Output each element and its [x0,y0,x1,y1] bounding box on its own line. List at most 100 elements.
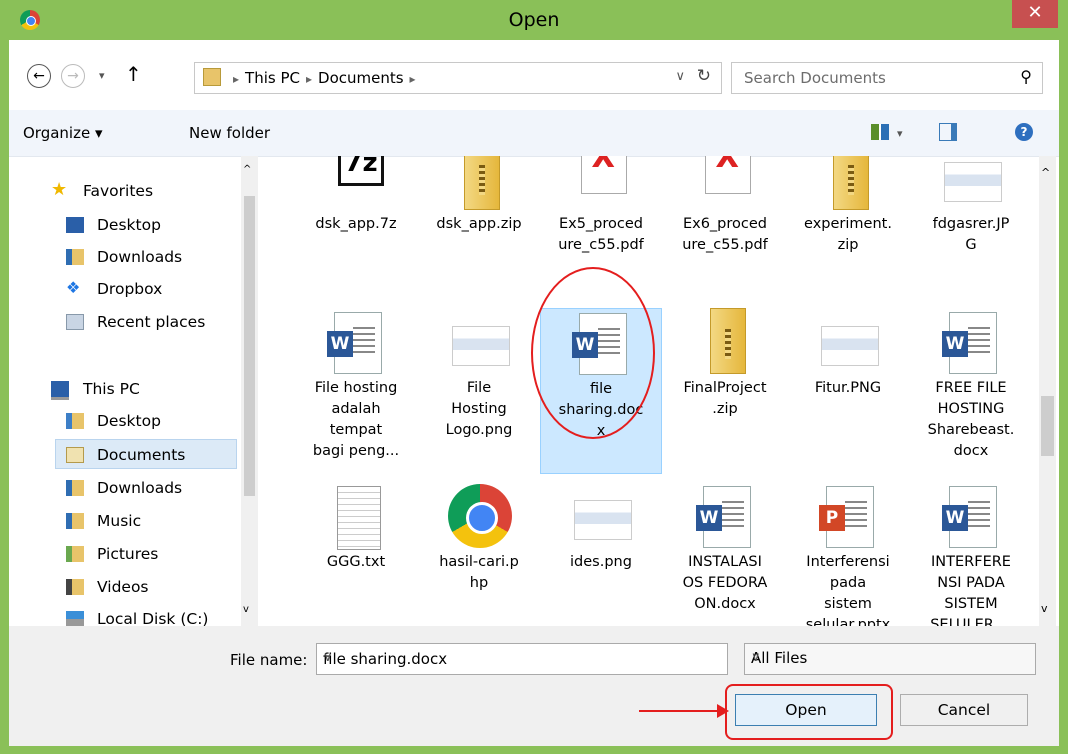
file-name: INSTALASI OS FEDORA ON.docx [682,554,768,612]
file-list: 7z dsk_app.7z dsk_app.zip Ex5_proced ure_c5… [275,156,1035,626]
close-button[interactable]: ✕ [1012,0,1058,28]
navigation-pane: ★ Favorites Desktop Downloads ❖ Dropbox … [9,156,264,626]
sidebar-scrollbar[interactable]: ^ v [241,156,258,626]
file-list-scroll-thumb[interactable] [1041,396,1054,456]
file-item[interactable]: ides.png [540,482,662,573]
file-name: ides.png [570,554,632,570]
image-icon [936,156,1006,214]
file-name-input[interactable]: file sharing.docx ∨ [316,643,728,675]
file-item[interactable]: Ex6_proced ure_c55.pdf [664,156,786,256]
scroll-down-icon[interactable]: v [243,604,249,615]
chevron-down-icon[interactable]: ∨ [751,650,1027,665]
sidebar-item-pictures[interactable]: Pictures [9,539,237,569]
chrome-icon [444,482,514,552]
file-name: hasil-cari.p hp [439,554,519,591]
sidebar-item-documents[interactable]: Documents [55,439,237,469]
file-item[interactable]: W File hosting adalah tempat bagi peng... [295,308,417,462]
file-name: fdgasrer.JP G [932,216,1010,253]
forward-button[interactable]: → [61,64,85,88]
file-item[interactable]: hasil-cari.p hp [418,482,540,594]
sidebar-item-music[interactable]: Music [9,506,237,536]
file-name: Fitur.PNG [814,380,882,396]
change-view-icon[interactable] [871,124,889,140]
file-name: File hosting adalah tempat bagi peng... [312,380,400,459]
music-folder-icon [66,513,84,529]
drive-icon [66,611,84,626]
breadcrumb-separator: ▸ [233,72,240,86]
file-item[interactable]: Fitur.PNG [787,308,909,399]
view-options-caret-icon[interactable]: ▾ [897,127,903,140]
image-icon [813,308,883,378]
sidebar-item-local-disk[interactable]: Local Disk (C:) [9,604,237,626]
file-name: Interferensi pada sistem selular.pptx [805,554,891,626]
file-name-dropdown-icon[interactable]: ∨ [323,650,719,665]
back-button[interactable]: ← [27,64,51,88]
organize-button[interactable]: Organize ▾ [23,124,103,142]
recent-locations-button[interactable]: ▾ [99,69,105,82]
new-folder-button[interactable]: New folder [189,124,270,142]
file-name: Ex6_proced ure_c55.pdf [682,216,768,253]
downloads-folder-icon [66,249,84,265]
word-doc-icon: W [321,308,391,378]
file-list-scrollbar[interactable]: ^ v [1039,156,1056,626]
search-icon[interactable]: ⚲ [1020,67,1032,86]
file-type-select[interactable]: All Files ∨ [744,643,1036,675]
up-button[interactable]: ↑ [125,62,142,86]
cancel-button[interactable]: Cancel [900,694,1028,726]
annotation-arrow [639,704,729,718]
file-item[interactable]: 7z dsk_app.7z [295,156,417,235]
scroll-up-icon[interactable]: ^ [243,164,251,175]
file-item[interactable]: File Hosting Logo.png [418,308,540,441]
help-icon[interactable]: ? [1015,123,1033,141]
scroll-up-icon[interactable]: ^ [1041,166,1050,179]
refresh-icon[interactable]: ↻ [697,66,711,86]
desktop-icon [66,217,84,233]
documents-folder-icon [66,447,84,463]
file-item[interactable]: fdgasrer.JP G [910,156,1032,256]
file-item[interactable]: W FREE FILE HOSTING Sharebeast. docx [910,308,1032,462]
annotation-circle [531,267,655,439]
computer-icon [51,381,69,400]
text-file-icon [321,482,391,552]
sidebar-item-pc-downloads[interactable]: Downloads [9,473,237,503]
sidebar-item-videos[interactable]: Videos [9,572,237,602]
file-item[interactable]: W INSTALASI OS FEDORA ON.docx [664,482,786,615]
scroll-down-icon[interactable]: v [1041,602,1048,615]
file-item[interactable]: P Interferensi pada sistem selular.pptx [787,482,909,626]
sidebar-favorites[interactable]: ★ Favorites [9,176,237,206]
pdf-icon [690,156,760,214]
sidebar-item-pc-desktop[interactable]: Desktop [9,406,237,436]
downloads-folder-icon [66,480,84,496]
word-doc-icon: W [936,308,1006,378]
breadcrumb-separator: ▸ [409,72,416,86]
file-item[interactable]: Ex5_proced ure_c55.pdf [540,156,662,256]
file-item[interactable]: FinalProject .zip [664,308,786,420]
preview-pane-icon[interactable] [939,123,957,141]
word-doc-icon: W [936,482,1006,552]
sidebar-item-recent-places[interactable]: Recent places [9,307,237,337]
sidebar-item-downloads[interactable]: Downloads [9,242,237,272]
navigation-bar: ← → ▾ ↑ ▸ This PC ▸ Documents ▸ ∨ ↻ Search D… [9,40,1059,110]
file-item[interactable]: W INTERFERE NSI PADA SISTEM SELULER.... [910,482,1032,626]
address-dropdown-icon[interactable]: ∨ [675,69,685,84]
file-item[interactable]: experiment. zip [787,156,909,256]
dialog-client: ← → ▾ ↑ ▸ This PC ▸ Documents ▸ ∨ ↻ Search D… [9,40,1059,746]
file-item[interactable]: GGG.txt [295,482,417,573]
file-item[interactable]: dsk_app.zip [418,156,540,235]
breadcrumb-this-pc[interactable]: This PC [245,69,300,87]
sidebar-this-pc[interactable]: This PC [9,374,237,404]
sidebar-item-desktop[interactable]: Desktop [9,210,237,240]
sidebar-scroll-thumb[interactable] [244,196,255,496]
search-input[interactable]: Search Documents ⚲ [731,62,1043,94]
pictures-folder-icon [66,546,84,562]
7z-icon: 7z [321,156,391,214]
sidebar-item-dropbox[interactable]: ❖ Dropbox [9,274,237,304]
address-bar[interactable]: ▸ This PC ▸ Documents ▸ ∨ ↻ [194,62,722,94]
breadcrumb-documents[interactable]: Documents [318,69,404,87]
zip-folder-icon [444,156,514,214]
file-name: dsk_app.7z [315,216,397,232]
dialog-footer: File name: file sharing.docx ∨ All Files… [9,626,1059,746]
file-name: dsk_app.zip [436,216,522,232]
open-button[interactable]: Open [735,694,877,726]
search-placeholder: Search Documents [744,69,886,87]
